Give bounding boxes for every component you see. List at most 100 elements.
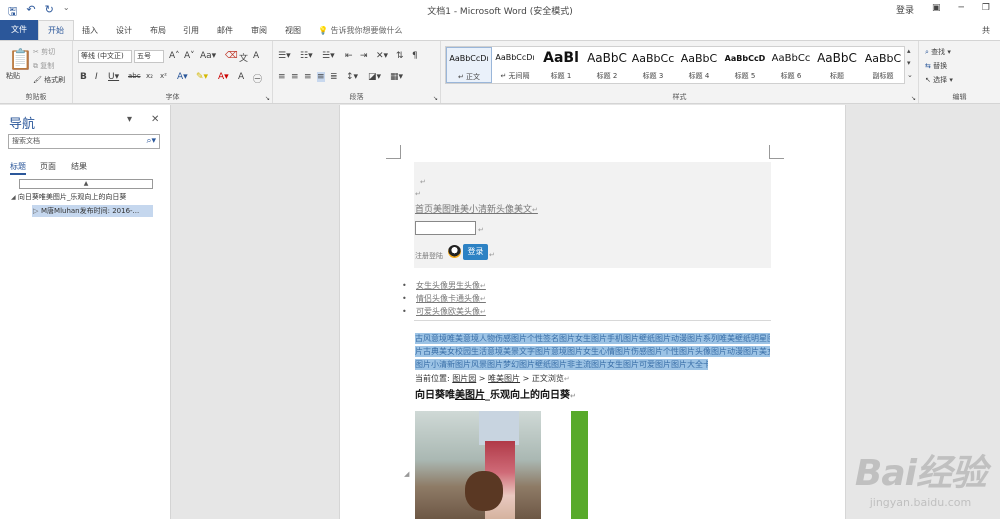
tab-mailings[interactable]: 邮件 bbox=[217, 25, 233, 36]
replace-button[interactable]: ⇆ 替换 bbox=[925, 61, 947, 71]
tab-review[interactable]: 审阅 bbox=[251, 25, 267, 36]
underline-icon[interactable]: U▾ bbox=[108, 72, 119, 82]
find-button[interactable]: ⌕ 查找 ▾ bbox=[925, 47, 951, 57]
char-border-icon[interactable]: A bbox=[253, 51, 259, 61]
tab-insert[interactable]: 插入 bbox=[82, 25, 98, 36]
style-heading-1[interactable]: AaBl 标题 1 bbox=[538, 47, 584, 83]
strikethrough-icon[interactable]: abc bbox=[128, 72, 141, 80]
bullet-link[interactable]: 女生头像男生头像↵ bbox=[416, 280, 486, 291]
justify-icon[interactable]: ≡ bbox=[317, 72, 325, 82]
multilevel-list-icon[interactable]: ☱▾ bbox=[322, 51, 335, 61]
tab-layout[interactable]: 布局 bbox=[150, 25, 166, 36]
align-left-icon[interactable]: ≡ bbox=[278, 72, 286, 82]
minimize-icon[interactable]: ─ bbox=[959, 3, 964, 16]
bold-icon[interactable]: B bbox=[80, 72, 87, 82]
borders-icon[interactable]: ▦▾ bbox=[390, 72, 403, 82]
heading-tree-child-item[interactable]: ▷ M唐Mluhan发布时间: 2016-... bbox=[32, 205, 153, 217]
line-spacing-icon[interactable]: ↕▾ bbox=[346, 72, 358, 82]
bullets-icon[interactable]: ☰▾ bbox=[278, 51, 291, 61]
cut-button[interactable]: ✂ 剪切 bbox=[33, 47, 55, 57]
qq-icon[interactable] bbox=[448, 245, 461, 258]
nav-close-icon[interactable]: ✕ bbox=[151, 114, 159, 125]
nav-search-input[interactable]: 搜索文档 ⌕▾ bbox=[8, 134, 160, 149]
article-photo[interactable] bbox=[415, 411, 541, 519]
style-heading-6[interactable]: AaBbCc 标题 6 bbox=[768, 47, 814, 83]
style-heading-3[interactable]: AaBbCc 标题 3 bbox=[630, 47, 676, 83]
style-subtitle[interactable]: AaBbC 副标题 bbox=[860, 47, 906, 83]
selected-text-line[interactable]: 图片小清新图片风景图片梦幻图片壁纸图片非主流图片女生图片可爱图片图片大全卡通图片… bbox=[415, 359, 708, 370]
collapse-all-bar[interactable]: ▲ bbox=[19, 179, 153, 189]
decrease-indent-icon[interactable]: ⇤ bbox=[345, 51, 353, 61]
style-heading-4[interactable]: AaBbC 标题 4 bbox=[676, 47, 722, 83]
distributed-icon[interactable]: ≣ bbox=[330, 72, 338, 82]
show-marks-icon[interactable]: ¶ bbox=[412, 51, 418, 61]
share-button[interactable]: 共 bbox=[982, 25, 990, 36]
increase-indent-icon[interactable]: ⇥ bbox=[360, 51, 368, 61]
select-button[interactable]: ↖ 选择 ▾ bbox=[925, 75, 953, 85]
styles-dialog-launcher-icon[interactable]: ↘ bbox=[911, 95, 916, 102]
numbering-icon[interactable]: ☷▾ bbox=[300, 51, 313, 61]
paste-label[interactable]: 粘贴 bbox=[6, 71, 20, 81]
font-color-icon[interactable]: A▾ bbox=[218, 72, 229, 82]
style-no-spacing[interactable]: AaBbCcDı ↵ 无间隔 bbox=[492, 47, 538, 83]
nav-tab-results[interactable]: 结果 bbox=[71, 161, 87, 172]
subscript-icon[interactable]: x₂ bbox=[146, 72, 153, 80]
phonetic-guide-icon[interactable]: 文 bbox=[239, 51, 248, 64]
ribbon-display-icon[interactable]: ▣ bbox=[932, 3, 941, 16]
style-normal[interactable]: AaBbCcDı ↵ 正文 bbox=[446, 47, 492, 83]
nav-tab-pages[interactable]: 页面 bbox=[40, 161, 56, 172]
nav-tab-headings[interactable]: 标题 bbox=[10, 161, 26, 175]
login-button[interactable]: 登录 bbox=[463, 244, 488, 260]
change-case-icon[interactable]: Aa▾ bbox=[200, 51, 216, 61]
selected-text-line[interactable]: 古风意境唯美意境人物伤感图片个性签名图片女生图片手机图片壁纸图片动漫图片系列唯美… bbox=[415, 333, 770, 344]
text-effects-icon[interactable]: A▾ bbox=[177, 72, 188, 82]
restore-icon[interactable]: ❐ bbox=[982, 3, 990, 16]
style-heading-5[interactable]: AaBbCcD 标题 5 bbox=[722, 47, 768, 83]
tell-me-box[interactable]: 💡 告诉我你想要做什么 bbox=[318, 25, 403, 36]
login-input-field[interactable] bbox=[415, 221, 476, 235]
copy-button[interactable]: ⧉ 复制 bbox=[33, 61, 54, 71]
style-heading-2[interactable]: AaBbC 标题 2 bbox=[584, 47, 630, 83]
nav-options-icon[interactable]: ▾ bbox=[127, 114, 132, 125]
paragraph-dialog-launcher-icon[interactable]: ↘ bbox=[433, 95, 438, 102]
align-center-icon[interactable]: ≡ bbox=[291, 72, 299, 82]
font-dialog-launcher-icon[interactable]: ↘ bbox=[265, 95, 270, 102]
bullet-link[interactable]: 可爱头像欧美头像↵ bbox=[416, 306, 486, 317]
heading-link[interactable]: 美图片 bbox=[455, 390, 485, 401]
heading-tree-item[interactable]: ◢ 向日葵唯美图片_乐观向上的向日葵 bbox=[11, 192, 126, 202]
enclose-char-icon[interactable]: ㊀ bbox=[253, 72, 262, 85]
superscript-icon[interactable]: x² bbox=[160, 72, 167, 80]
breadcrumb-link-home[interactable]: 图片园 bbox=[452, 374, 476, 383]
breadcrumb-link-category[interactable]: 唯美图片 bbox=[488, 374, 520, 383]
font-name-combo[interactable]: 等线 (中文正) bbox=[78, 50, 132, 63]
grow-font-icon[interactable]: A˄ bbox=[169, 51, 180, 61]
tab-view[interactable]: 视图 bbox=[285, 25, 301, 36]
selected-text-line[interactable]: 片古典美女校园生活意境美景文字图片意境图片女生心情图片伤感图片个性图片头像图片动… bbox=[415, 346, 770, 357]
gallery-up-icon[interactable]: ▴ bbox=[907, 47, 911, 55]
login-link[interactable]: 登录 bbox=[896, 3, 914, 16]
top-nav-link[interactable]: 首页美图唯美小清新头像美文↵ bbox=[415, 202, 538, 215]
chinese-layout-icon[interactable]: ✕▾ bbox=[376, 51, 388, 61]
article-heading: 向日葵唯美图片_乐观向上的向日葵↵ bbox=[415, 390, 576, 401]
char-shading-icon[interactable]: A bbox=[238, 72, 244, 82]
tab-design[interactable]: 设计 bbox=[116, 25, 132, 36]
bullet-link[interactable]: 情侣头像卡通头像↵ bbox=[416, 293, 486, 304]
tab-home[interactable]: 开始 bbox=[38, 20, 74, 41]
shrink-font-icon[interactable]: A˅ bbox=[184, 51, 195, 61]
shading-icon[interactable]: ◪▾ bbox=[368, 72, 381, 82]
tab-references[interactable]: 引用 bbox=[183, 25, 199, 36]
align-right-icon[interactable]: ≡ bbox=[304, 72, 312, 82]
italic-icon[interactable]: I bbox=[95, 72, 98, 82]
clear-format-icon[interactable]: ⌫ bbox=[225, 51, 238, 61]
font-size-combo[interactable]: 五号 bbox=[134, 50, 164, 63]
register-login-link[interactable]: 注册登陆 bbox=[415, 251, 443, 261]
tab-file[interactable]: 文件 bbox=[0, 20, 38, 40]
gallery-down-icon[interactable]: ▾ bbox=[907, 59, 911, 67]
format-painter-button[interactable]: 🖌 格式刷 bbox=[33, 75, 65, 85]
sort-icon[interactable]: ⇅ bbox=[396, 51, 404, 61]
paste-icon[interactable]: 📋 bbox=[8, 47, 33, 71]
highlight-icon[interactable]: ✎▾ bbox=[196, 72, 208, 82]
gallery-more-icon[interactable]: ⌄ bbox=[907, 71, 913, 79]
style-title[interactable]: AaBbC 标题 bbox=[814, 47, 860, 83]
search-icon[interactable]: ⌕▾ bbox=[146, 135, 156, 148]
